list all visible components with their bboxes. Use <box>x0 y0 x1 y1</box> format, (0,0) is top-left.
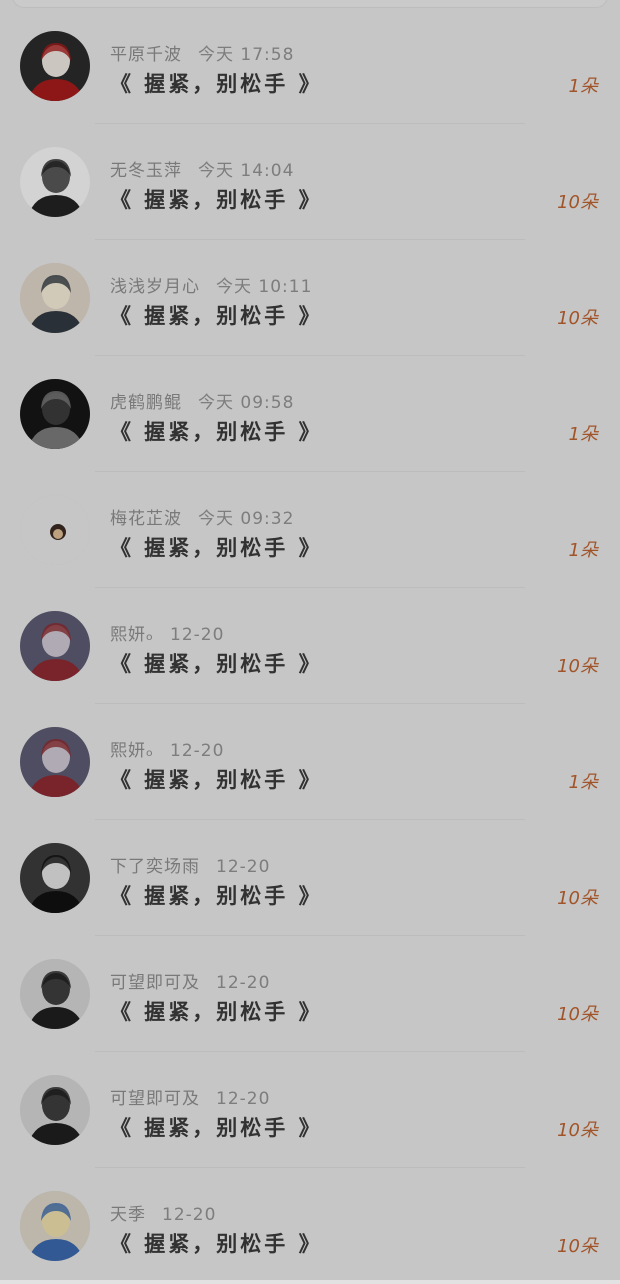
sent-time: 今天 10:11 <box>216 277 313 297</box>
message-title: 《 握紧，别松手 》 <box>110 884 323 908</box>
top-card-edge <box>12 0 608 8</box>
avatar[interactable] <box>20 1075 90 1145</box>
message-title: 《 握紧，别松手 》 <box>110 72 323 96</box>
sender-meta: 天季 12-20 <box>110 1200 216 1225</box>
message-title: 《 握紧，别松手 》 <box>110 652 323 676</box>
message-title: 《 握紧，别松手 》 <box>110 768 323 792</box>
avatar[interactable] <box>20 843 90 913</box>
list-item[interactable]: 熙妍ₒ 12-20 《 握紧，别松手 》 1朵 <box>0 704 620 820</box>
sender-name: 天季 <box>110 1205 146 1225</box>
message-title: 《 握紧，别松手 》 <box>110 188 323 212</box>
message-title: 《 握紧，别松手 》 <box>110 1116 323 1140</box>
flower-count: 10朵 <box>557 1120 598 1141</box>
sender-meta: 虎鹤鹏鲲 今天 09:58 <box>110 388 294 413</box>
list-item[interactable]: 下了奕场雨 12-20 《 握紧，别松手 》 10朵 <box>0 820 620 936</box>
sent-time: 12-20 <box>170 741 225 761</box>
sent-time: 今天 09:58 <box>198 393 295 413</box>
anime-group-icon <box>20 611 90 681</box>
sent-time: 12-20 <box>170 625 225 645</box>
flower-count: 10朵 <box>557 656 598 677</box>
sent-time: 今天 14:04 <box>198 161 295 181</box>
list-item[interactable]: 梅花芷波 今天 09:32 《 握紧，别松手 》 1朵 <box>0 472 620 588</box>
list-item[interactable]: 平原千波 今天 17:58 《 握紧，别松手 》 1朵 <box>0 8 620 124</box>
masked-girl-portrait-icon <box>20 843 90 913</box>
sender-meta: 熙妍ₒ 12-20 <box>110 620 224 645</box>
list-item[interactable]: 熙妍ₒ 12-20 《 握紧，别松手 》 10朵 <box>0 588 620 704</box>
message-title: 《 握紧，别松手 》 <box>110 304 323 328</box>
small-cartoon-icon <box>20 495 90 565</box>
sent-time: 12-20 <box>216 973 271 993</box>
sender-meta: 熙妍ₒ 12-20 <box>110 736 224 761</box>
sketch-girl-portrait-icon <box>20 147 90 217</box>
dark-silhouette-portrait-icon <box>20 379 90 449</box>
flower-count: 10朵 <box>557 1236 598 1257</box>
avatar[interactable] <box>20 611 90 681</box>
list-item[interactable]: 浅浅岁月心 今天 10:11 《 握紧，别松手 》 10朵 <box>0 240 620 356</box>
avatar[interactable] <box>20 379 90 449</box>
sent-time: 12-20 <box>216 1089 271 1109</box>
message-title: 《 握紧，别松手 》 <box>110 420 323 444</box>
flower-count: 1朵 <box>568 540 598 561</box>
sender-name: 可望即可及 <box>110 1089 200 1109</box>
flower-count: 10朵 <box>557 308 598 329</box>
message-title: 《 握紧，别松手 》 <box>110 1000 323 1024</box>
avatar[interactable] <box>20 495 90 565</box>
sender-meta: 可望即可及 12-20 <box>110 1084 270 1109</box>
sent-time: 今天 17:58 <box>198 45 295 65</box>
list-item[interactable]: 无冬玉萍 今天 14:04 《 握紧，别松手 》 10朵 <box>0 124 620 240</box>
flower-count: 1朵 <box>568 76 598 97</box>
list-item[interactable]: 虎鹤鹏鲲 今天 09:58 《 握紧，别松手 》 1朵 <box>0 356 620 472</box>
flower-count: 10朵 <box>557 192 598 213</box>
flower-count: 1朵 <box>568 424 598 445</box>
cartoon-sticker-icon <box>20 1191 90 1261</box>
sender-name: 虎鹤鹏鲲 <box>110 393 182 413</box>
sender-meta: 下了奕场雨 12-20 <box>110 852 270 877</box>
sender-name: 可望即可及 <box>110 973 200 993</box>
flower-count: 10朵 <box>557 1004 598 1025</box>
avatar[interactable] <box>20 959 90 1029</box>
sender-meta: 无冬玉萍 今天 14:04 <box>110 156 294 181</box>
sent-time: 今天 09:32 <box>198 509 295 529</box>
sender-meta: 浅浅岁月心 今天 10:11 <box>110 272 312 297</box>
sender-name: 熙妍ₒ <box>110 625 155 645</box>
gift-list: 平原千波 今天 17:58 《 握紧，别松手 》 1朵 无冬玉萍 今天 14:04 … <box>0 8 620 1284</box>
list-item[interactable]: 天季 12-20 《 握紧，别松手 》 10朵 <box>0 1168 620 1284</box>
avatar[interactable] <box>20 1191 90 1261</box>
rider-silhouette-icon <box>20 959 90 1029</box>
sender-name: 下了奕场雨 <box>110 857 200 877</box>
flower-count: 1朵 <box>568 772 598 793</box>
avatar[interactable] <box>20 147 90 217</box>
sender-name: 梅花芷波 <box>110 509 182 529</box>
blonde-portrait-icon <box>20 263 90 333</box>
sent-time: 12-20 <box>162 1205 217 1225</box>
sender-name: 熙妍ₒ <box>110 741 155 761</box>
message-title: 《 握紧，别松手 》 <box>110 536 323 560</box>
message-title: 《 握紧，别松手 》 <box>110 1232 323 1256</box>
sender-meta: 可望即可及 12-20 <box>110 968 270 993</box>
flower-count: 10朵 <box>557 888 598 909</box>
anime-group-icon <box>20 727 90 797</box>
dark-hair-portrait-icon <box>20 31 90 101</box>
sender-name: 浅浅岁月心 <box>110 277 200 297</box>
rider-silhouette-icon <box>20 1075 90 1145</box>
sender-meta: 梅花芷波 今天 09:32 <box>110 504 294 529</box>
sender-name: 无冬玉萍 <box>110 161 182 181</box>
list-item[interactable]: 可望即可及 12-20 《 握紧，别松手 》 10朵 <box>0 936 620 1052</box>
sent-time: 12-20 <box>216 857 271 877</box>
avatar[interactable] <box>20 727 90 797</box>
avatar[interactable] <box>20 31 90 101</box>
avatar[interactable] <box>20 263 90 333</box>
sender-name: 平原千波 <box>110 45 182 65</box>
sender-meta: 平原千波 今天 17:58 <box>110 40 294 65</box>
list-item[interactable]: 可望即可及 12-20 《 握紧，别松手 》 10朵 <box>0 1052 620 1168</box>
